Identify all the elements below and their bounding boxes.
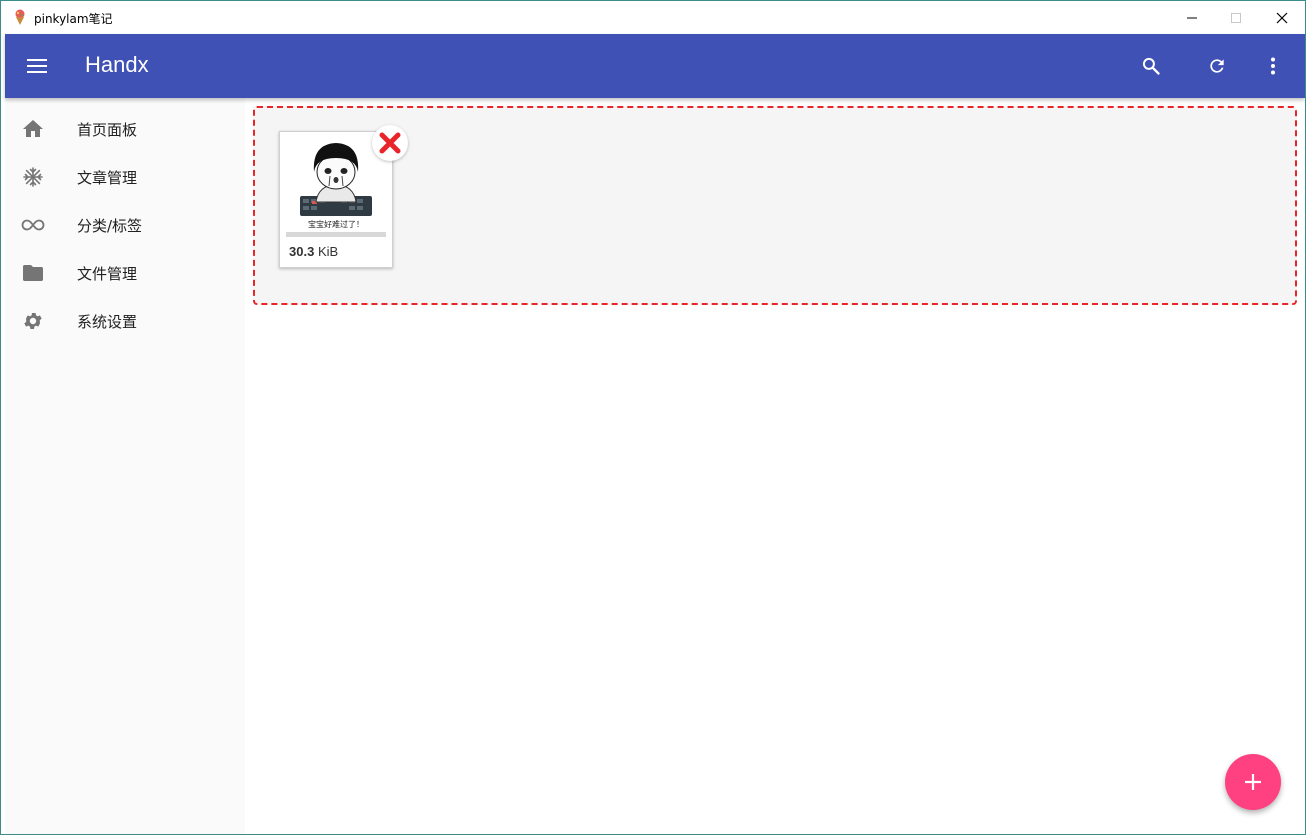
sidebar-nav: 首页面板 文章管理 分类/标签 文件管理 系统设置	[5, 98, 245, 834]
app-window: pinkylam笔记 Handx 首页面板 文章管理 分类/标签 文件管理 系统…	[0, 0, 1306, 835]
file-size-label: 30.3 KiB	[289, 244, 338, 259]
refresh-icon	[1210, 59, 1224, 73]
sidebar-item-label: 分类/标签	[77, 217, 143, 235]
main-content: 宝宝好难过了！ 30.3 KiB	[245, 98, 1305, 834]
home-icon	[21, 117, 45, 141]
refresh-button[interactable]	[1201, 50, 1233, 82]
meme-image	[300, 143, 372, 216]
window-title: pinkylam笔记	[34, 12, 113, 26]
more-vert-icon	[1271, 57, 1275, 75]
maximize-button[interactable]	[1213, 1, 1259, 34]
file-thumbnail: 宝宝好难过了！	[286, 138, 386, 230]
hamburger-icon	[27, 59, 47, 73]
upload-dropzone[interactable]: 宝宝好难过了！ 30.3 KiB	[253, 106, 1297, 305]
sidebar-item-articles[interactable]: 文章管理	[5, 153, 245, 201]
close-window-button[interactable]	[1259, 1, 1305, 34]
app-bar: Handx	[5, 34, 1305, 98]
file-size-unit: KiB	[317, 244, 339, 259]
sidebar-item-files[interactable]: 文件管理	[5, 249, 245, 297]
ice-cream-app-icon	[12, 9, 28, 26]
snowflake-icon	[21, 165, 45, 189]
sidebar-item-label: 文章管理	[77, 169, 138, 187]
sidebar-item-dashboard[interactable]: 首页面板	[5, 105, 245, 153]
upload-progress-bar	[286, 232, 386, 237]
close-icon	[379, 132, 401, 154]
hamburger-menu-button[interactable]	[21, 50, 53, 82]
minimize-button[interactable]	[1169, 1, 1215, 34]
more-options-button[interactable]	[1257, 50, 1289, 82]
sidebar-item-settings[interactable]: 系统设置	[5, 297, 245, 345]
folder-icon	[21, 261, 45, 285]
thumbnail-caption: 宝宝好难过了！	[308, 220, 364, 229]
file-size-value: 30.3	[289, 244, 315, 259]
sidebar-item-label: 系统设置	[77, 313, 138, 331]
gear-icon	[21, 309, 45, 333]
sidebar-item-label: 文件管理	[77, 265, 138, 283]
remove-file-button[interactable]	[372, 125, 408, 161]
app-title: Handx	[85, 52, 149, 77]
window-titlebar: pinkylam笔记	[1, 1, 1305, 34]
search-button[interactable]	[1135, 50, 1167, 82]
infinity-icon	[21, 213, 45, 237]
sidebar-item-label: 首页面板	[77, 121, 138, 139]
search-icon	[1142, 57, 1160, 75]
plus-icon	[1245, 774, 1261, 790]
sidebar-item-categories-tags[interactable]: 分类/标签	[5, 201, 245, 249]
add-file-fab[interactable]	[1225, 754, 1281, 810]
